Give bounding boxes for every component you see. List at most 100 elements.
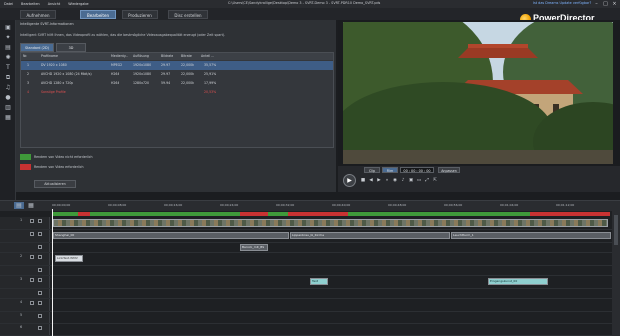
menu-view[interactable]: Ansicht (44, 2, 65, 6)
movie-mode-button[interactable]: Film (382, 167, 398, 173)
col-profile[interactable]: Profilname (41, 53, 58, 60)
title-room-icon[interactable]: T (3, 64, 13, 71)
audio-track-2[interactable] (0, 266, 620, 276)
table-row[interactable]: 1 DV 1920 x 1080 MPEG2 1920x1080 29.97 2… (21, 61, 333, 70)
prev-frame-icon[interactable]: ◀ (368, 178, 374, 184)
menu-edit[interactable]: Bearbeiten (17, 2, 44, 6)
video-track-4[interactable]: 4 (0, 299, 620, 312)
tab-standard-2d[interactable]: Standard (2D) (20, 43, 54, 52)
timeline-view-icon[interactable]: ▤ (14, 202, 24, 209)
audio-track-3[interactable] (0, 289, 620, 299)
pip-room-icon[interactable]: ▤ (3, 44, 13, 51)
table-row[interactable]: 2 AVCHD 1920 x 1080 (24 Mbit/s) H264 192… (21, 70, 333, 79)
time-ruler[interactable]: 00;00;00;00 00;00;08;00 00;00;16;00 00;0… (52, 203, 612, 211)
track-lock-checkbox[interactable] (38, 278, 42, 282)
track-enable-checkbox[interactable] (30, 232, 34, 236)
svrt-render-segment (240, 212, 268, 216)
track-header: 1 (0, 217, 50, 229)
fast-forward-icon[interactable]: » (384, 178, 390, 184)
menu-playback[interactable]: Wiedergabe (64, 2, 92, 6)
next-frame-icon[interactable]: ▶ (376, 178, 382, 184)
audio-track-1[interactable]: Shanghai_00 Lippenbrau_bl_Kirche Leuchtt… (0, 230, 620, 243)
track-enable-checkbox[interactable] (30, 255, 34, 259)
clip-mode-button[interactable]: Clip (364, 167, 380, 173)
video-track-2[interactable]: 2 LinkText.WMV (0, 253, 620, 266)
maximize-icon[interactable]: □ (601, 0, 610, 8)
table-row[interactable]: 4 Sonstige Profile 20,53% (21, 88, 333, 97)
track-enable-checkbox[interactable] (30, 278, 34, 282)
dual-monitor-icon[interactable]: ▭ (416, 178, 422, 184)
track-enable-checkbox[interactable] (38, 314, 42, 318)
storyboard-view-icon[interactable]: ▦ (26, 202, 36, 209)
effect-clip[interactable]: Barock_mit_BS (240, 244, 268, 251)
timeline-scrollbar[interactable] (612, 211, 620, 336)
row-num: 2 (27, 72, 30, 76)
transition-room-icon[interactable]: ⧉ (3, 74, 13, 81)
fx-track[interactable]: Barock_mit_BS (0, 243, 620, 253)
track-lock-checkbox[interactable] (38, 219, 42, 223)
col-type[interactable]: Medienty... (111, 53, 128, 60)
media-room-icon[interactable]: ▣ (3, 24, 13, 31)
fullscreen-icon[interactable]: ⤢ (424, 178, 430, 184)
track-enable-checkbox[interactable] (38, 245, 42, 249)
ruler-tick: 00;00;08;00 (108, 203, 127, 207)
menu-file[interactable]: Datei (0, 2, 17, 6)
play-button[interactable]: ▶ (343, 174, 356, 187)
row-type: H264 (111, 81, 120, 85)
update-link[interactable]: Ist das Dreams Update verfügbar? (533, 1, 591, 5)
undock-icon[interactable]: ⇱ (432, 178, 438, 184)
voiceover-icon[interactable]: ● (3, 94, 13, 101)
tab-edit[interactable]: Bearbeiten (80, 10, 116, 19)
col-resolution[interactable]: Auflösung (133, 53, 149, 60)
svrt-panel: Intelligente SVRT-Informationen Intellig… (16, 20, 336, 192)
audio-clip[interactable]: Shanghai_00 (53, 232, 289, 239)
legend-label: Rendern von Video nicht erforderlich (34, 155, 93, 159)
track-lock-checkbox[interactable] (38, 232, 42, 236)
effects-room-icon[interactable]: ✦ (3, 34, 13, 41)
tab-capture[interactable]: Aufnehmen (20, 10, 56, 19)
title-clip[interactable]: Text (310, 278, 328, 285)
tab-3d[interactable]: 3D (56, 43, 86, 52)
text-track[interactable]: 5 (0, 312, 620, 324)
track-enable-checkbox[interactable] (38, 326, 42, 330)
snapshot-icon[interactable]: ◉ (392, 178, 398, 184)
audio-mixing-icon[interactable]: ♫ (3, 84, 13, 91)
video-track-3[interactable]: 3 Text Eingangskunst_00 (0, 276, 620, 289)
col-num[interactable]: Nr. (23, 53, 27, 60)
music-track[interactable]: 6 (0, 324, 620, 336)
scrollbar-thumb[interactable] (614, 215, 618, 245)
overlay-clip[interactable]: LinkText.WMV (55, 255, 83, 262)
tab-produce[interactable]: Produzieren (122, 10, 158, 19)
playhead[interactable] (52, 209, 53, 336)
row-share: 20,53% (204, 90, 217, 94)
col-fps[interactable]: Bildrate (161, 53, 173, 60)
title-clip[interactable]: Eingangskunst_00 (488, 278, 548, 285)
chapter-room-icon[interactable]: ▥ (3, 104, 13, 111)
track-enable-checkbox[interactable] (38, 268, 42, 272)
3d-icon[interactable]: ▣ (408, 178, 414, 184)
subtitle-room-icon[interactable]: ▦ (3, 114, 13, 121)
audio-clip[interactable]: Lippenbrau_bl_Kirche (290, 232, 450, 239)
track-lock-checkbox[interactable] (38, 255, 42, 259)
video-clip-strip[interactable] (53, 219, 608, 227)
table-row[interactable]: 3 AVCHD 1280 x 720p H264 1280x720 59.94 … (21, 79, 333, 88)
tab-create-disc[interactable]: Disc erstellen (168, 10, 208, 19)
view-select[interactable]: Anpassen (438, 167, 460, 173)
volume-icon[interactable]: ♪ (400, 178, 406, 184)
audio-clip[interactable]: Leuchtturm_1 (451, 232, 611, 239)
close-icon[interactable]: × (610, 0, 619, 8)
col-share[interactable]: Anteil ... (201, 53, 214, 60)
update-button[interactable]: Aktualisieren (34, 180, 76, 188)
particle-room-icon[interactable]: ✺ (3, 54, 13, 61)
track-enable-checkbox[interactable] (30, 219, 34, 223)
track-enable-checkbox[interactable] (38, 291, 42, 295)
track-header: 5 (0, 312, 50, 323)
minimize-icon[interactable]: – (592, 0, 601, 8)
timecode-display[interactable]: 00 : 00 : 00 : 00 (400, 167, 434, 173)
track-lock-checkbox[interactable] (38, 301, 42, 305)
col-bitrate[interactable]: Bitrate (181, 53, 192, 60)
stop-icon[interactable]: ■ (360, 178, 366, 184)
row-res: 1280x720 (133, 81, 150, 85)
track-enable-checkbox[interactable] (30, 301, 34, 305)
video-track-1[interactable]: 1 (0, 217, 620, 230)
